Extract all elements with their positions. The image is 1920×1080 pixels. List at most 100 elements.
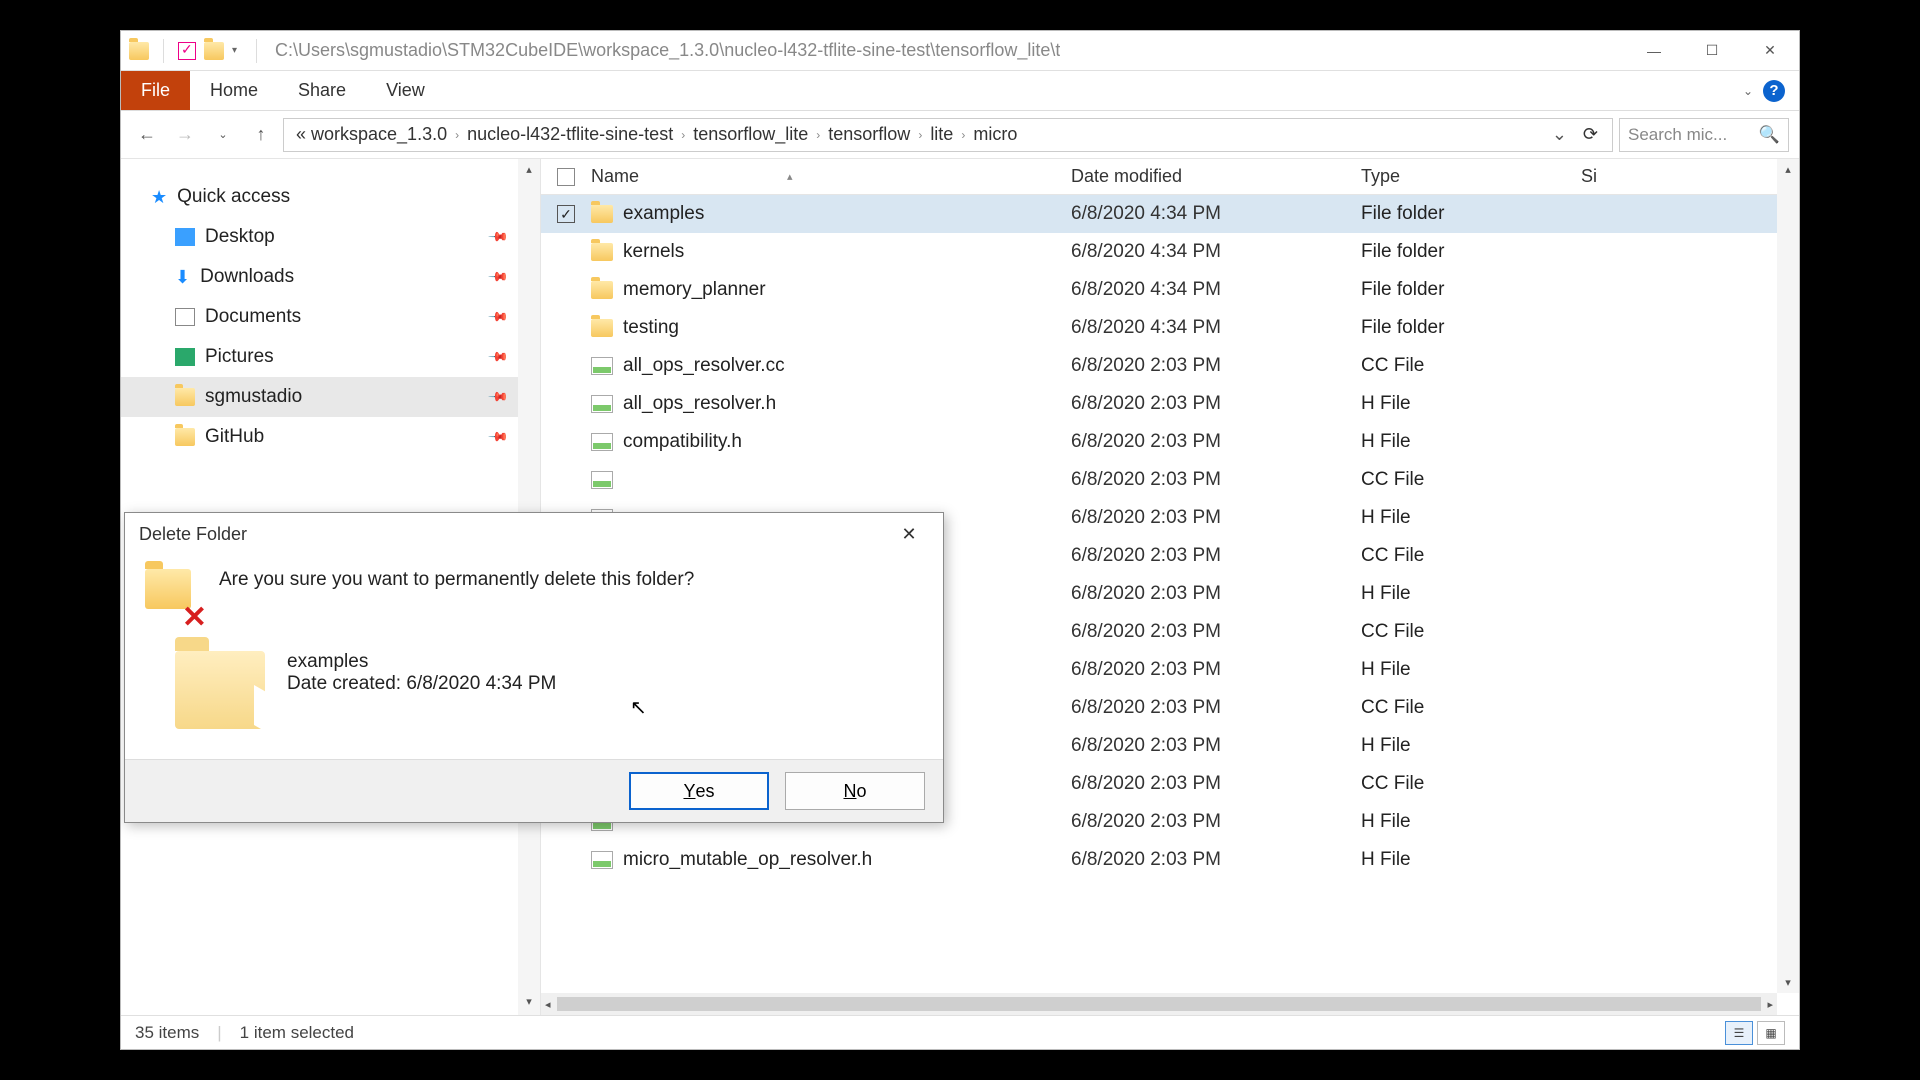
tab-view[interactable]: View	[366, 71, 445, 110]
sidebar-item[interactable]: Pictures📌	[121, 337, 540, 377]
folder-icon[interactable]	[204, 42, 224, 60]
dialog-item-meta: Date created: 6/8/2020 4:34 PM	[287, 673, 556, 695]
search-input[interactable]: Search mic... 🔍	[1619, 118, 1789, 152]
folder-icon	[175, 651, 265, 729]
sort-indicator-icon: ▴	[787, 170, 793, 183]
separator	[163, 39, 164, 63]
file-row[interactable]: micro_mutable_op_resolver.h6/8/2020 2:03…	[541, 841, 1799, 879]
file-date: 6/8/2020 2:03 PM	[1071, 849, 1361, 871]
pin-icon: 📌	[487, 426, 510, 449]
row-checkbox[interactable]: ✓	[557, 205, 575, 223]
file-date: 6/8/2020 2:03 PM	[1071, 773, 1361, 795]
file-type: File folder	[1361, 317, 1581, 339]
sidebar-item[interactable]: sgmustadio📌	[121, 377, 540, 417]
pin-icon: 📌	[487, 226, 510, 249]
properties-icon[interactable]	[178, 42, 196, 60]
file-row[interactable]: memory_planner6/8/2020 4:34 PMFile folde…	[541, 271, 1799, 309]
no-button[interactable]: No	[785, 772, 925, 810]
breadcrumb[interactable]: lite	[926, 124, 957, 145]
refresh-icon[interactable]: ⟳	[1577, 124, 1604, 145]
details-view-button[interactable]: ☰	[1725, 1021, 1753, 1045]
titlebar[interactable]: C:\Users\sgmustadio\STM32CubeIDE\workspa…	[121, 31, 1799, 71]
file-icon	[591, 471, 613, 489]
thumbnails-view-button[interactable]: ▦	[1757, 1021, 1785, 1045]
window-title: C:\Users\sgmustadio\STM32CubeIDE\workspa…	[275, 40, 1060, 61]
sidebar-item[interactable]: ⬇Downloads📌	[121, 257, 540, 297]
ribbon-expand-icon[interactable]: ⌄	[1743, 84, 1753, 98]
back-button[interactable]: ←	[131, 119, 163, 151]
pin-icon: 📌	[487, 306, 510, 329]
file-row[interactable]: testing6/8/2020 4:34 PMFile folder	[541, 309, 1799, 347]
sidebar-item[interactable]: Documents 📌	[121, 297, 540, 337]
minimize-button[interactable]: —	[1625, 31, 1683, 71]
sidebar-item[interactable]: Desktop📌	[121, 217, 540, 257]
column-type[interactable]: Type	[1361, 166, 1581, 187]
ribbon: File Home Share View ⌄ ?	[121, 71, 1799, 111]
folder-icon	[591, 281, 613, 299]
address-bar[interactable]: « workspace_1.3.0› nucleo-l432-tflite-si…	[283, 118, 1613, 152]
sidebar-item[interactable]: GitHub📌	[121, 417, 540, 457]
scroll-left-icon[interactable]: ◂	[545, 998, 551, 1011]
file-name: examples	[623, 203, 704, 225]
file-row[interactable]: all_ops_resolver.h6/8/2020 2:03 PMH File	[541, 385, 1799, 423]
scroll-up-icon[interactable]: ▴	[1785, 159, 1791, 180]
tab-home[interactable]: Home	[190, 71, 278, 110]
file-row[interactable]: compatibility.h6/8/2020 2:03 PMH File	[541, 423, 1799, 461]
breadcrumb[interactable]: « workspace_1.3.0	[292, 124, 451, 145]
forward-button[interactable]: →	[169, 119, 201, 151]
scroll-down-icon[interactable]: ▾	[1785, 972, 1791, 993]
address-dropdown-icon[interactable]: ⌄	[1546, 124, 1573, 145]
file-date: 6/8/2020 2:03 PM	[1071, 735, 1361, 757]
breadcrumb[interactable]: nucleo-l432-tflite-sine-test	[463, 124, 677, 145]
pin-icon: 📌	[487, 346, 510, 369]
search-icon: 🔍	[1759, 125, 1780, 145]
tab-share[interactable]: Share	[278, 71, 366, 110]
yes-button[interactable]: Yes	[629, 772, 769, 810]
folder-icon	[591, 319, 613, 337]
horizontal-scrollbar[interactable]: ◂ ▸	[541, 993, 1777, 1015]
up-button[interactable]: ↑	[245, 119, 277, 151]
file-name: memory_planner	[623, 279, 766, 301]
file-type: CC File	[1361, 545, 1581, 567]
sidebar-quick-access[interactable]: ★ Quick access	[121, 177, 540, 217]
vertical-scrollbar[interactable]: ▴ ▾	[1777, 159, 1799, 993]
dialog-close-button[interactable]: ✕	[889, 519, 929, 549]
file-date: 6/8/2020 4:34 PM	[1071, 317, 1361, 339]
pictures-icon	[175, 348, 195, 366]
breadcrumb[interactable]: tensorflow_lite	[689, 124, 812, 145]
folder-icon	[591, 205, 613, 223]
scroll-up-icon[interactable]: ▴	[526, 159, 532, 179]
file-row[interactable]: ✓examples6/8/2020 4:34 PMFile folder	[541, 195, 1799, 233]
file-row[interactable]: 6/8/2020 2:03 PMCC File	[541, 461, 1799, 499]
file-date: 6/8/2020 2:03 PM	[1071, 355, 1361, 377]
file-type: H File	[1361, 659, 1581, 681]
column-date[interactable]: Date modified	[1071, 166, 1361, 187]
file-row[interactable]: all_ops_resolver.cc6/8/2020 2:03 PMCC Fi…	[541, 347, 1799, 385]
breadcrumb[interactable]: micro	[969, 124, 1021, 145]
qat-dropdown-icon[interactable]	[232, 46, 242, 56]
select-all-checkbox[interactable]	[557, 168, 575, 186]
scroll-down-icon[interactable]: ▾	[526, 991, 532, 1011]
file-type: H File	[1361, 811, 1581, 833]
file-type: CC File	[1361, 697, 1581, 719]
dialog-titlebar[interactable]: Delete Folder ✕	[125, 513, 943, 555]
sidebar-item-label: Documents	[205, 306, 301, 328]
close-button[interactable]: ✕	[1741, 31, 1799, 71]
breadcrumb[interactable]: tensorflow	[824, 124, 914, 145]
file-icon	[591, 357, 613, 375]
maximize-button[interactable]: ☐	[1683, 31, 1741, 71]
column-name[interactable]: Name	[591, 166, 639, 187]
desktop-icon	[175, 228, 195, 246]
file-icon	[591, 433, 613, 451]
column-headers[interactable]: Name ▴ Date modified Type Si	[541, 159, 1799, 195]
file-row[interactable]: kernels6/8/2020 4:34 PMFile folder	[541, 233, 1799, 271]
help-icon[interactable]: ?	[1763, 80, 1785, 102]
scrollbar-thumb[interactable]	[557, 997, 1666, 1011]
column-size[interactable]: Si	[1581, 166, 1799, 187]
delete-folder-icon: ✕	[145, 569, 201, 629]
scrollbar-track[interactable]	[557, 997, 1762, 1011]
scroll-right-icon[interactable]: ▸	[1767, 998, 1773, 1011]
tab-file[interactable]: File	[121, 71, 190, 110]
file-name: all_ops_resolver.cc	[623, 355, 785, 377]
recent-dropdown-icon[interactable]: ⌄	[207, 119, 239, 151]
